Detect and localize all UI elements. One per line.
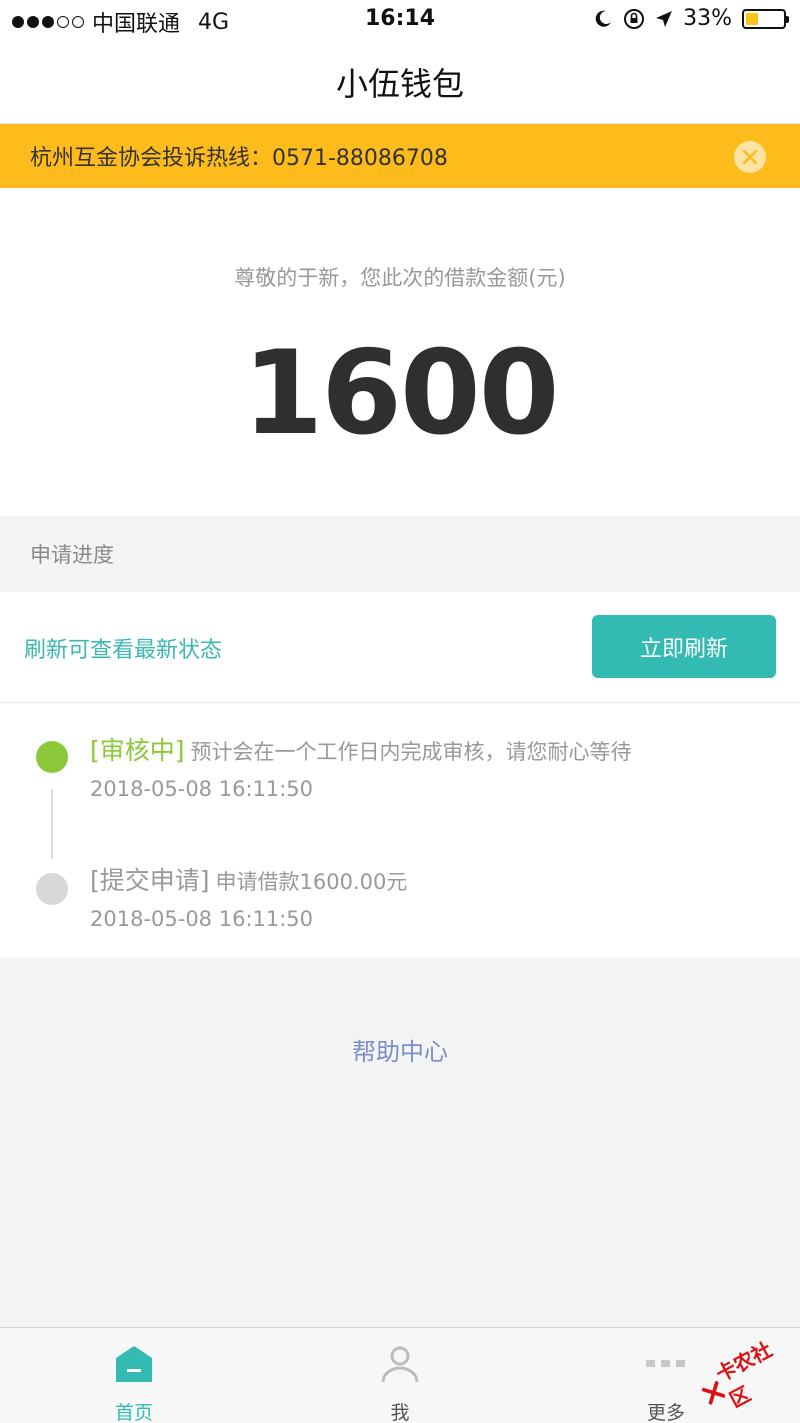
progress-timeline: [审核中] 预计会在一个工作日内完成审核，请您耐心等待 2018-05-08 16… — [0, 703, 800, 958]
timeline-item: [提交申请] 申请借款1600.00元 2018-05-08 16:11:50 — [90, 861, 407, 931]
progress-section-header: 申请进度 — [0, 516, 800, 592]
timeline-dot-active — [36, 741, 68, 773]
status-bar: 中国联通 4G 16:14 33% — [0, 0, 800, 40]
timeline-status: [提交申请] — [90, 866, 210, 895]
loan-amount-label: 尊敬的于新，您此次的借款金额(元) — [234, 266, 566, 290]
tab-me-label: 我 — [390, 1402, 410, 1423]
nav-bar: 小伍钱包 — [0, 40, 800, 124]
help-center-link[interactable]: 帮助中心 — [0, 1032, 800, 1067]
loan-amount-value: 1600 — [242, 326, 560, 461]
timeline-description: 申请借款1600.00元 — [215, 870, 408, 894]
status-right: 33% — [593, 6, 789, 31]
tab-me[interactable]: 我 — [330, 1328, 470, 1423]
refresh-hint: 刷新可查看最新状态 — [24, 638, 223, 663]
progress-section-title: 申请进度 — [30, 543, 114, 567]
battery-icon — [742, 8, 789, 29]
timeline-item: [审核中] 预计会在一个工作日内完成审核，请您耐心等待 2018-05-08 16… — [90, 731, 632, 801]
close-icon — [742, 149, 758, 165]
loan-amount-section: 尊敬的于新，您此次的借款金额(元) 1600 — [0, 188, 800, 516]
rotation-lock-icon — [624, 8, 645, 29]
refresh-now-button[interactable]: 立即刷新 — [592, 615, 776, 678]
tab-home-label: 首页 — [114, 1402, 153, 1423]
timeline-time: 2018-05-08 16:11:50 — [90, 777, 314, 801]
timeline-connector — [51, 789, 53, 859]
timeline-description: 预计会在一个工作日内完成审核，请您耐心等待 — [190, 740, 632, 764]
timeline-dot-done — [36, 873, 68, 905]
home-icon — [116, 1346, 152, 1382]
battery-fill — [746, 12, 758, 25]
complaint-notice-banner: 杭州互金协会投诉热线：0571-88086708 — [0, 124, 800, 188]
battery-percent: 33% — [683, 6, 732, 31]
user-icon — [381, 1346, 419, 1383]
notice-text: 杭州互金协会投诉热线：0571-88086708 — [30, 146, 448, 171]
more-icon — [646, 1360, 685, 1367]
tab-home[interactable]: 首页 — [64, 1328, 204, 1423]
timeline-status: [审核中] — [90, 736, 185, 765]
moon-icon — [595, 10, 612, 27]
page-title: 小伍钱包 — [335, 64, 464, 103]
location-arrow-icon — [656, 10, 673, 27]
tab-bar: 首页 我 更多 — [0, 1327, 800, 1423]
notice-close-button[interactable] — [734, 141, 766, 173]
timeline-time: 2018-05-08 16:11:50 — [90, 907, 314, 931]
refresh-row: 刷新可查看最新状态 立即刷新 — [0, 592, 800, 703]
